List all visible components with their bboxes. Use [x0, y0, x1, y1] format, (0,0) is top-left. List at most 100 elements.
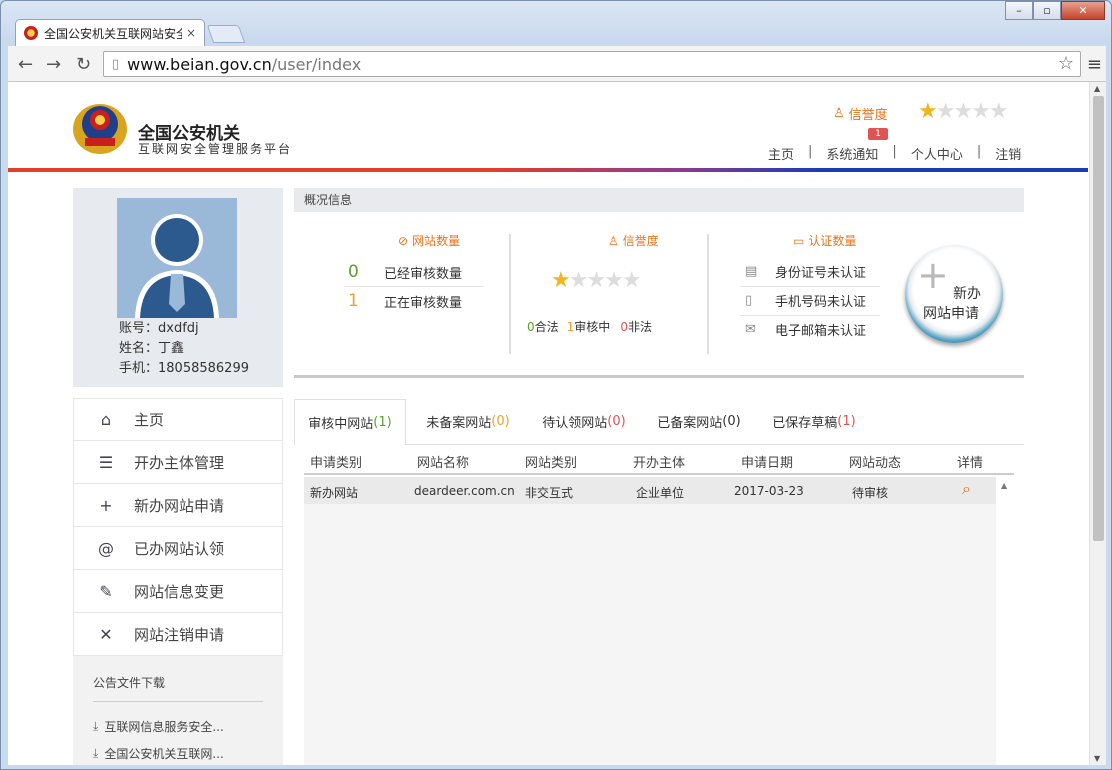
table-row[interactable]: 新办网站 deardeer.com.cn 非交互式 企业单位 2017-03-2…: [304, 477, 996, 504]
url-host: www.beian.gov.cn: [127, 54, 272, 74]
tab-unfiled[interactable]: 未备案网站 (0): [412, 398, 524, 445]
sidebar-item-claim-site[interactable]: @ 已办网站认领: [73, 527, 283, 570]
browser-window: 全国公安机关互联网站安全 × – ▫ ✕ ← → ↻ ▯ www.beian.g…: [0, 0, 1112, 770]
at-icon: @: [98, 538, 114, 558]
star-filled-icon: ★: [918, 99, 938, 124]
nav-home[interactable]: 主页: [768, 144, 794, 163]
auth-email-row: ✉ 电子邮箱未认证: [745, 322, 867, 339]
tab-close-icon[interactable]: ×: [186, 26, 196, 40]
page-viewport: 全国公安机关 互联网安全管理服务平台 ♙ 信誉度 ★★★★★ 1 主页 | 系统通…: [8, 82, 1106, 765]
new-tab-button[interactable]: [206, 25, 246, 43]
home-icon: ⌂: [100, 410, 112, 429]
download-icon: ⤓: [93, 746, 99, 760]
sidebar-item-label: 主页: [134, 411, 165, 429]
sidebar-item-label: 已办网站认领: [134, 539, 225, 558]
folder-icon: ▭: [793, 233, 805, 248]
header-divider: [8, 168, 1088, 172]
ribbon-icon: ♙: [608, 233, 619, 248]
overview-header: 概况信息: [294, 188, 1024, 212]
credit-title: ♙ 信誉度: [608, 233, 659, 249]
ribbon-icon: ♙: [833, 106, 845, 121]
tab-title: 全国公安机关互联网站安全: [44, 26, 182, 41]
pending-count: 1: [348, 291, 359, 311]
notice-file-link[interactable]: ⤓ 互联网信息服务安全...: [93, 718, 263, 735]
phone-icon: ▯: [745, 293, 753, 308]
star-filled-icon: ★: [551, 268, 571, 293]
table-header: 申请类别 网站名称 网站类别 开办主体 申请日期 网站动态 详情: [304, 448, 1014, 475]
search-icon[interactable]: ⌕: [962, 479, 971, 499]
name-text: 姓名：丁鑫: [119, 341, 185, 356]
sidebar-item-label: 网站信息变更: [134, 582, 225, 601]
list-icon: ☰: [98, 452, 114, 472]
id-card-icon: ▤: [745, 264, 758, 279]
browser-toolbar: ← → ↻ ▯ www.beian.gov.cn /user/index ☆ ≡: [8, 46, 1106, 82]
close-icon: ✕: [99, 624, 113, 644]
browser-tab[interactable]: 全国公安机关互联网站安全 ×: [15, 19, 205, 46]
star-empty-icon: ★★★★: [935, 99, 1009, 124]
auth-title: ▭ 认证数量: [793, 233, 857, 249]
tab-drafts[interactable]: 已保存草稿 (1): [758, 398, 870, 445]
auth-phone-row: ▯ 手机号码未认证: [745, 293, 867, 310]
police-emblem-logo: [73, 104, 127, 154]
auth-id-row: ▤ 身份证号未认证: [745, 264, 867, 281]
new-site-button[interactable]: + 新办 网站申请: [905, 245, 1003, 343]
avatar: [117, 198, 237, 318]
police-emblem-icon: [24, 26, 38, 40]
window-close-button[interactable]: ✕: [1061, 1, 1105, 20]
logo-subtitle: 互联网安全管理服务平台: [138, 142, 293, 156]
account-text: 账号：dxdfdj: [119, 321, 199, 336]
url-path: /user/index: [271, 54, 362, 74]
back-icon[interactable]: ←: [18, 54, 33, 75]
notice-file-link[interactable]: ⤓ 全国公安机关互联网...: [93, 745, 263, 762]
pending-count-row: 1 正在审核数量: [348, 291, 463, 311]
site-tabs: 审核中网站 (1) 未备案网站 (0) 待认领网站 (0) 已备案网站 (0) 已保存草…: [294, 398, 1024, 446]
address-bar[interactable]: ▯ www.beian.gov.cn /user/index ☆: [103, 51, 1081, 77]
nav-personal-center[interactable]: 个人中心: [911, 144, 963, 163]
sidebar-item-change-info[interactable]: ✎ 网站信息变更: [73, 570, 283, 613]
compass-icon: ⊘: [398, 233, 409, 248]
nav-logout[interactable]: 注销: [995, 144, 1021, 163]
notice-title: 公告文件下载: [93, 674, 263, 702]
approved-count: 0: [348, 262, 359, 282]
sidebar-item-label: 新办网站申请: [134, 496, 225, 515]
reload-icon[interactable]: ↻: [76, 54, 91, 75]
sidebar-item-cancel-site[interactable]: ✕ 网站注销申请: [73, 613, 283, 656]
star-empty-icon: ★★★★: [568, 268, 642, 293]
tab-to-claim[interactable]: 待认领网站 (0): [528, 398, 640, 445]
sidebar-menu: ⌂ 主页 ☰ 开办主体管理 + 新办网站申请 @ 已办网站认领 ✎ 网站信息变更 ✕ 网站注…: [73, 398, 283, 656]
nav-notifications[interactable]: 系统通知: [826, 144, 878, 163]
sidebar-item-new-site[interactable]: + 新办网站申请: [73, 484, 283, 527]
phone-text: 手机：18058586299: [119, 361, 249, 376]
header-credit-stars: ★★★★★: [918, 99, 1009, 124]
header-credit: ♙ 信誉度: [833, 104, 888, 123]
page-scrollbar[interactable]: ▲ ▼: [1089, 82, 1106, 765]
download-icon: ⤓: [93, 719, 99, 733]
plus-icon: +: [99, 495, 113, 515]
tab-filed[interactable]: 已备案网站 (0): [643, 398, 755, 445]
notification-badge: 1: [868, 128, 888, 140]
mail-icon: ✉: [745, 322, 756, 337]
scrollbar-thumb[interactable]: [1093, 96, 1104, 541]
approved-count-row: 0 已经审核数量: [348, 262, 463, 282]
maximize-button[interactable]: ▫: [1033, 1, 1061, 20]
edit-icon: ✎: [99, 581, 113, 601]
page-icon: ▯: [112, 56, 120, 72]
user-info: 账号：dxdfdj 姓名：丁鑫 手机：18058586299: [119, 319, 249, 379]
sidebar-item-home[interactable]: ⌂ 主页: [73, 398, 283, 441]
plus-icon: +: [917, 253, 949, 297]
profile-card: 账号：dxdfdj 姓名：丁鑫 手机：18058586299: [73, 188, 283, 387]
top-nav: 主页 | 系统通知 | 个人中心 | 注销: [768, 144, 1022, 163]
tab-under-review[interactable]: 审核中网站 (1): [294, 399, 406, 446]
credit-stars: ★★★★★: [551, 268, 642, 293]
sidebar-item-label: 开办主体管理: [134, 453, 225, 472]
bookmark-star-icon[interactable]: ☆: [1058, 53, 1074, 74]
credit-label: 信誉度: [848, 108, 888, 123]
forward-icon[interactable]: →: [46, 54, 61, 75]
sidebar-item-entity-management[interactable]: ☰ 开办主体管理: [73, 441, 283, 484]
minimize-button[interactable]: –: [1005, 1, 1033, 20]
overview-divider: [294, 375, 1024, 378]
site-count-title: ⊘ 网站数量: [398, 233, 461, 249]
table-scrollbar[interactable]: ▲: [996, 477, 1014, 765]
browser-menu-icon[interactable]: ≡: [1087, 54, 1102, 75]
sidebar-item-label: 网站注销申请: [134, 625, 225, 644]
